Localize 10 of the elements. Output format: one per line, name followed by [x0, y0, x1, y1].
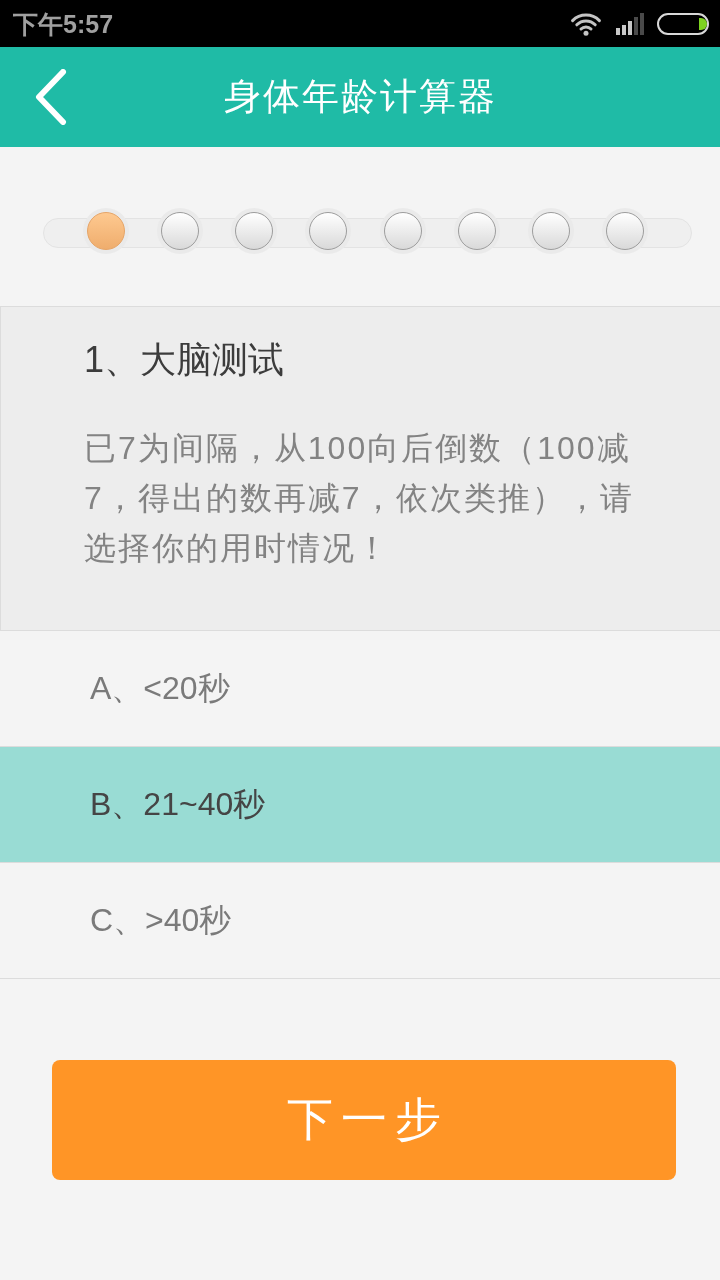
next-step-button[interactable]: 下一步: [52, 1060, 676, 1180]
signal-icon: [616, 12, 644, 35]
question-text: 已7为间隔，从100向后倒数（100减7，得出的数再减7，依次类推），请选择你的用时情况！: [84, 429, 635, 568]
screen-title: 身体年龄计算器: [223, 75, 497, 119]
wifi-icon: [570, 11, 602, 36]
answer-option[interactable]: B、21~40秒: [0, 747, 720, 863]
status-time: 下午5:57: [13, 8, 114, 39]
battery-icon: [657, 12, 709, 35]
back-icon: [34, 69, 68, 125]
question-title: 1、大脑测试: [84, 338, 285, 382]
